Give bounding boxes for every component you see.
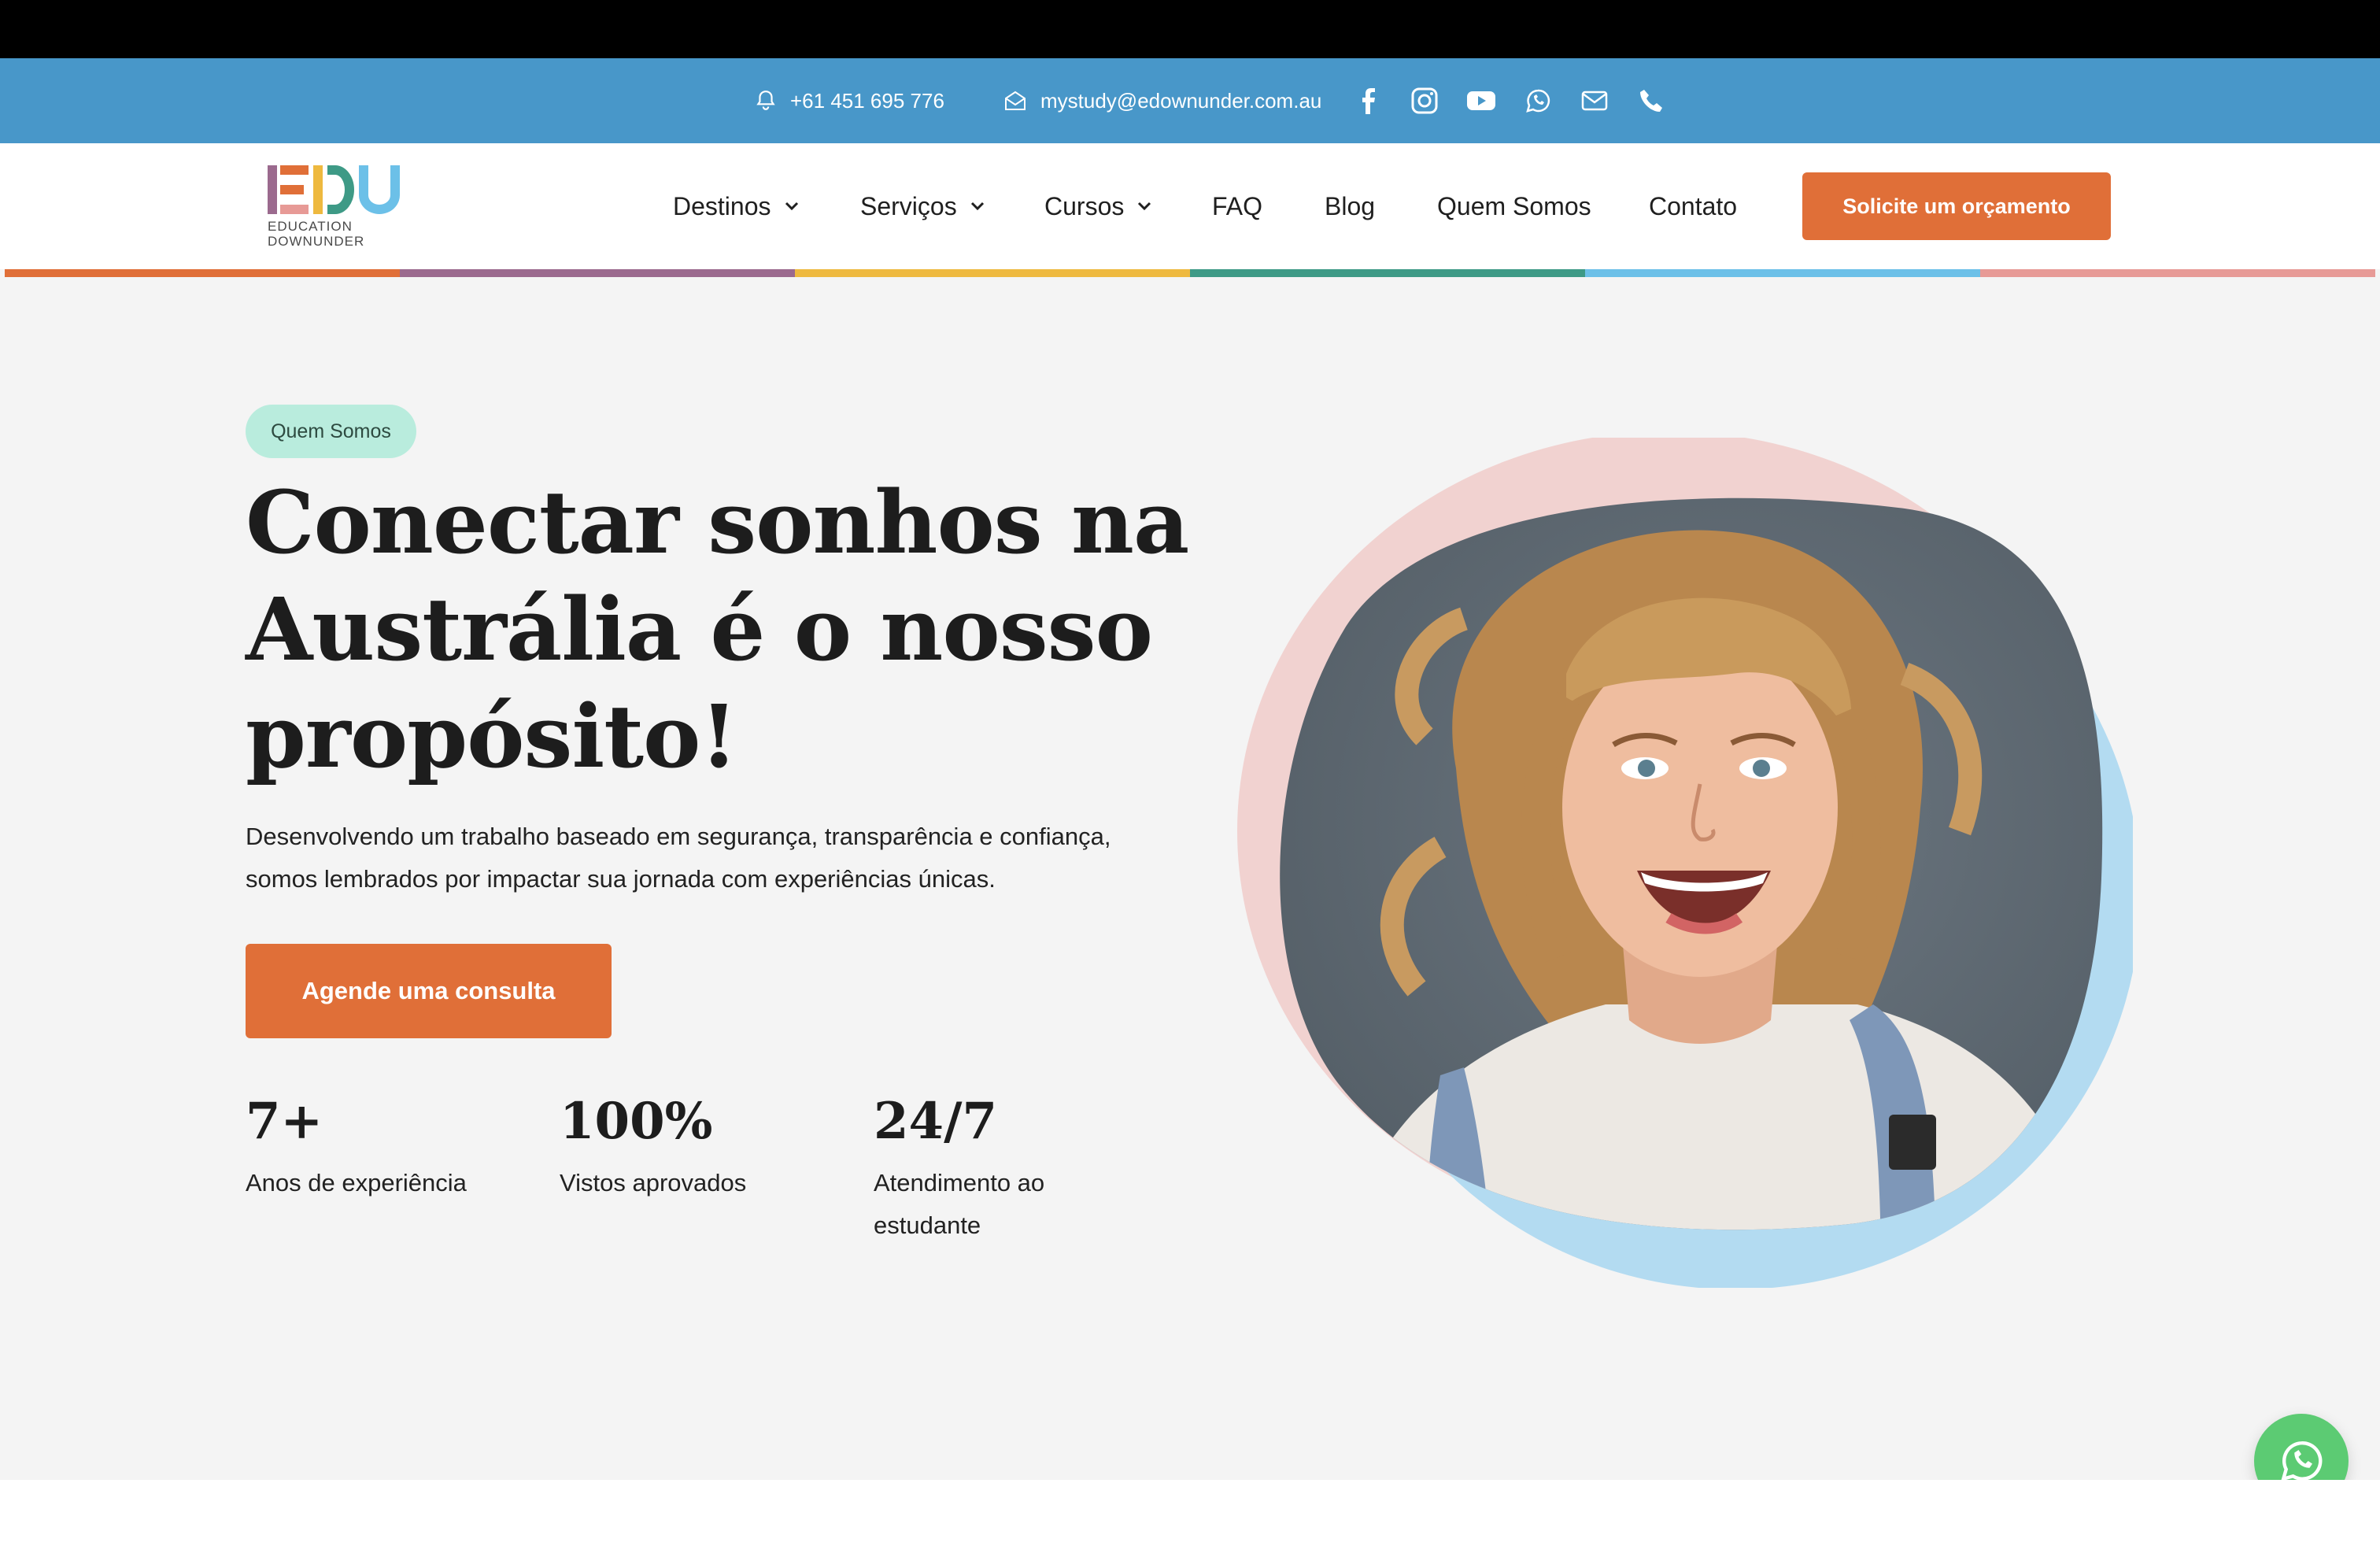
nav-label: Destinos <box>673 191 771 220</box>
social-links <box>1352 58 1692 143</box>
youtube-icon[interactable] <box>1465 85 1497 117</box>
logo-letter-u <box>359 165 400 214</box>
hero-title-line: propósito! <box>246 686 738 787</box>
request-quote-button[interactable]: Solicite um orçamento <box>1802 172 2111 240</box>
phone-icon[interactable] <box>1635 85 1667 117</box>
nav-label: Quem Somos <box>1437 191 1591 220</box>
edu-logo[interactable]: EDUCATION DOWNUNDER <box>268 165 417 252</box>
nav-label: Contato <box>1649 191 1738 220</box>
chevron-down-icon <box>785 202 798 211</box>
hero-student-photo <box>1237 438 2133 1288</box>
stat-label: Atendimento ao estudante <box>874 1162 1141 1247</box>
topbar-email-text: mystudy@edownunder.com.au <box>1040 88 1322 113</box>
stat-visas: 100% Vistos aprovados <box>560 1086 827 1204</box>
stat-value: 100% <box>560 1092 713 1151</box>
envelope-open-icon <box>1005 91 1026 110</box>
hero-title-line: Austrália é o nosso <box>246 579 1153 680</box>
stat-support: 24/7 Atendimento ao estudante <box>874 1086 1141 1247</box>
stat-label: Vistos aprovados <box>560 1169 747 1196</box>
section-badge: Quem Somos <box>246 405 416 458</box>
stat-value: 24/7 <box>874 1092 997 1151</box>
mail-icon[interactable] <box>1579 85 1610 117</box>
next-section-edge <box>0 1480 2380 1546</box>
nav-label: Serviços <box>860 191 957 220</box>
hero-title-line: Conectar sonhos na <box>246 472 1189 573</box>
logo-line1: EDUCATION <box>268 219 353 234</box>
facebook-icon[interactable] <box>1352 85 1384 117</box>
logo-letters <box>268 165 417 214</box>
topbar-phone-text: +61 451 695 776 <box>790 88 944 113</box>
rainbow-segment <box>400 269 795 277</box>
stat-label-line: estudante <box>874 1211 981 1239</box>
rainbow-segment <box>1585 269 1980 277</box>
hero-subtitle-line: Desenvolvendo um trabalho baseado em seg… <box>246 823 1111 850</box>
bell-icon <box>756 91 775 110</box>
stat-label: Anos de experiência <box>246 1169 467 1196</box>
schedule-consultation-button[interactable]: Agende uma consulta <box>246 944 612 1038</box>
nav-destinos[interactable]: Destinos <box>673 143 800 269</box>
hero-subtitle-line: somos lembrados por impactar sua jornada… <box>246 865 996 893</box>
stat-label-line: Atendimento ao <box>874 1169 1045 1196</box>
rainbow-segment <box>5 269 400 277</box>
topbar-email-link[interactable]: mystudy@edownunder.com.au <box>1004 58 1321 143</box>
stat-value: 7+ <box>246 1092 323 1151</box>
hero-title: Conectar sonhos na Austrália é o nosso p… <box>246 469 1190 790</box>
topbar-phone-link[interactable]: +61 451 695 776 <box>756 58 944 143</box>
logo-letter-e <box>268 165 309 214</box>
os-top-bar <box>0 0 2380 58</box>
nav-blog[interactable]: Blog <box>1325 143 1375 269</box>
top-contact-bar: +61 451 695 776 mystudy@edownunder.com.a… <box>0 58 2380 143</box>
nav-cursos[interactable]: Cursos <box>1044 143 1152 269</box>
rainbow-divider <box>5 269 2375 277</box>
nav-label: Blog <box>1325 191 1376 220</box>
nav-contato[interactable]: Contato <box>1649 143 1737 269</box>
rainbow-segment <box>1980 269 2375 277</box>
chevron-down-icon <box>970 202 984 211</box>
nav-quem-somos[interactable]: Quem Somos <box>1437 143 1591 269</box>
rainbow-segment <box>795 269 1190 277</box>
nav-faq[interactable]: FAQ <box>1212 143 1262 269</box>
hero-subtitle: Desenvolvendo um trabalho baseado em seg… <box>246 816 1190 901</box>
rainbow-segment <box>1190 269 1585 277</box>
logo-letter-d <box>313 165 354 214</box>
whatsapp-icon <box>2281 1441 2323 1481</box>
nav-label: Cursos <box>1044 191 1125 220</box>
nav-servicos[interactable]: Serviços <box>860 143 985 269</box>
logo-line2: DOWNUNDER <box>268 234 365 249</box>
main-header: EDUCATION DOWNUNDER Destinos Serviços Cu… <box>0 143 2380 269</box>
instagram-icon[interactable] <box>1409 85 1440 117</box>
stat-experience: 7+ Anos de experiência <box>246 1086 513 1204</box>
whatsapp-icon[interactable] <box>1522 85 1554 117</box>
chevron-down-icon <box>1138 202 1151 211</box>
nav-label: FAQ <box>1212 191 1263 220</box>
